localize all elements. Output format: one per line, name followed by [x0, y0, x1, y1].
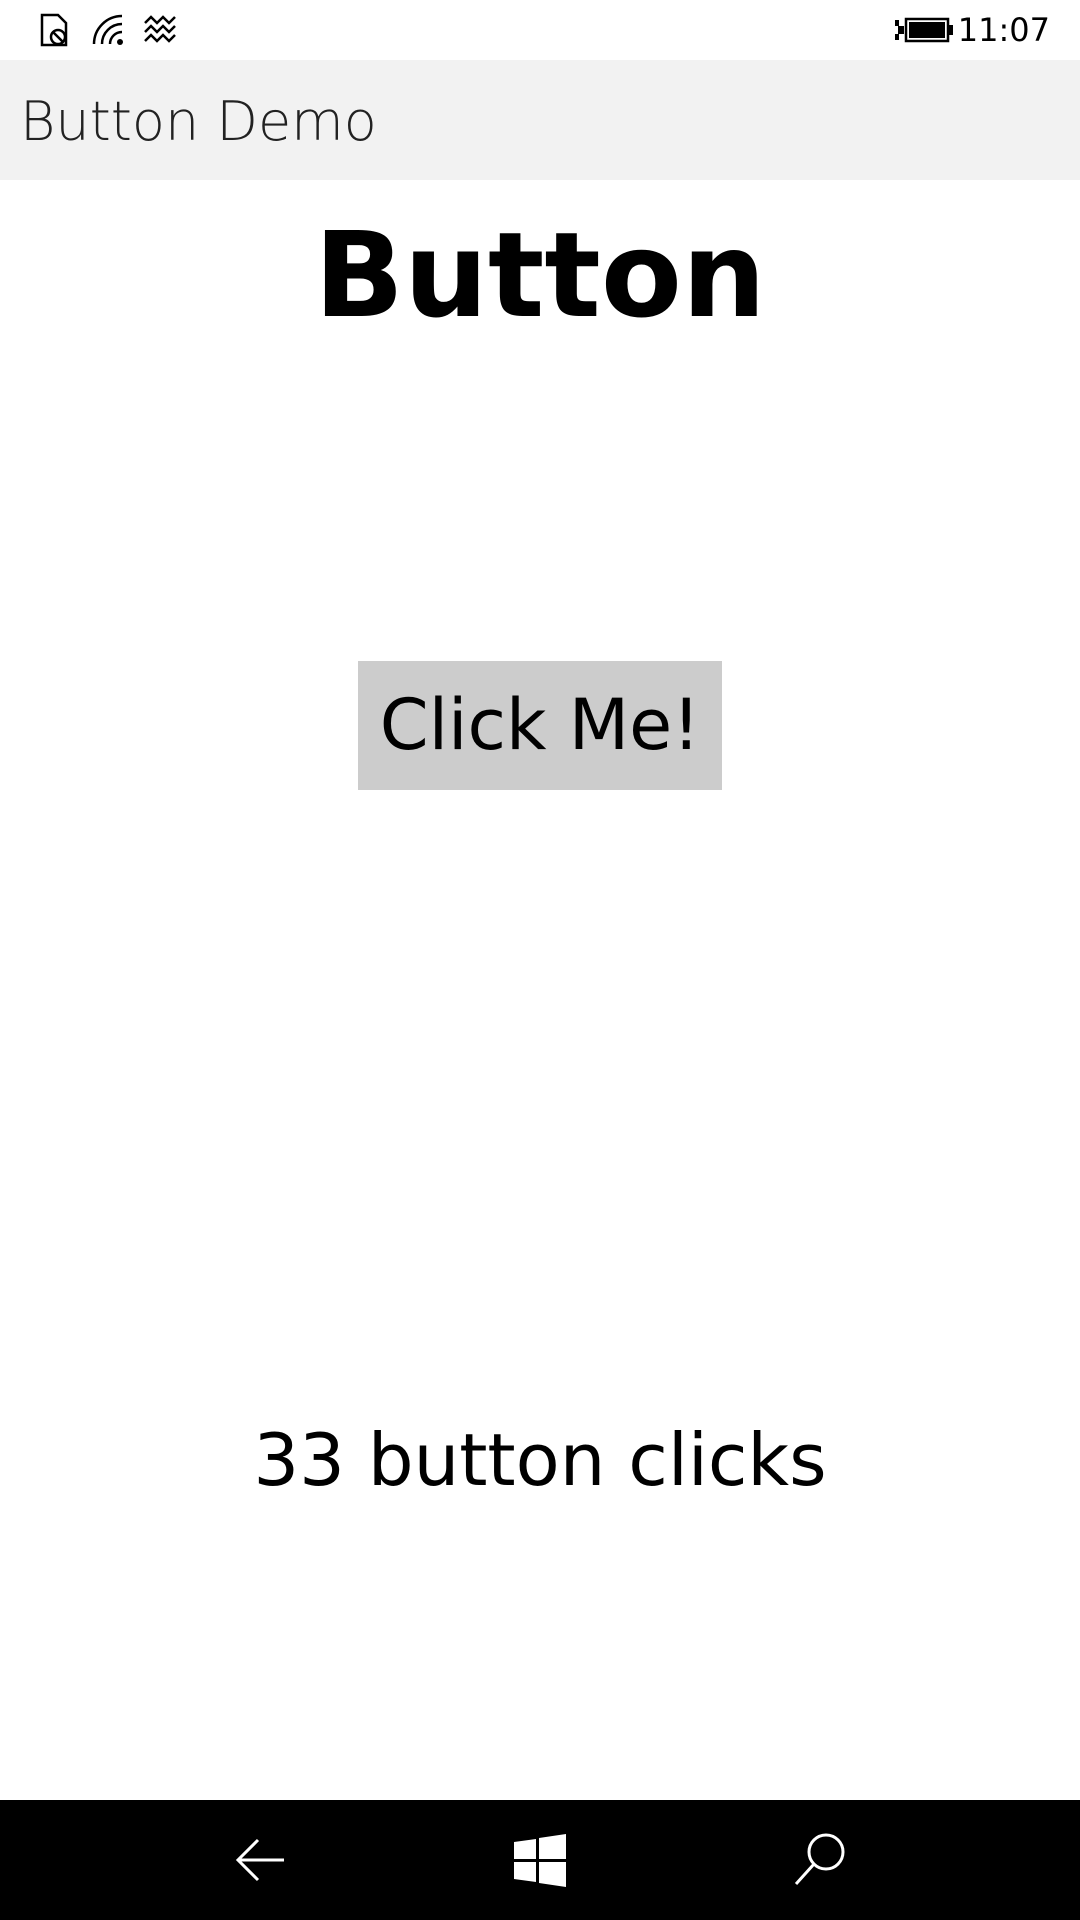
app-title: Button Demo — [20, 90, 377, 153]
search-icon[interactable] — [788, 1828, 852, 1892]
vibrate-icon — [144, 15, 176, 43]
phone-screen: 11:07 Button Demo Button Click Me! 33 bu… — [0, 0, 1080, 1920]
sim-blocked-icon — [40, 13, 68, 47]
status-bar: 11:07 — [0, 0, 1080, 60]
click-count-label: 33 button clicks — [253, 1418, 827, 1502]
status-time: 11:07 — [957, 11, 1050, 49]
click-me-button[interactable]: Click Me! — [358, 661, 722, 790]
windows-start-icon[interactable] — [508, 1828, 572, 1892]
page-heading: Button — [314, 206, 766, 344]
app-title-bar: Button Demo — [0, 60, 1080, 180]
battery-charging-icon — [895, 17, 953, 43]
navigation-bar — [0, 1800, 1080, 1920]
back-arrow-icon[interactable] — [228, 1828, 292, 1892]
wifi-icon — [92, 14, 123, 45]
